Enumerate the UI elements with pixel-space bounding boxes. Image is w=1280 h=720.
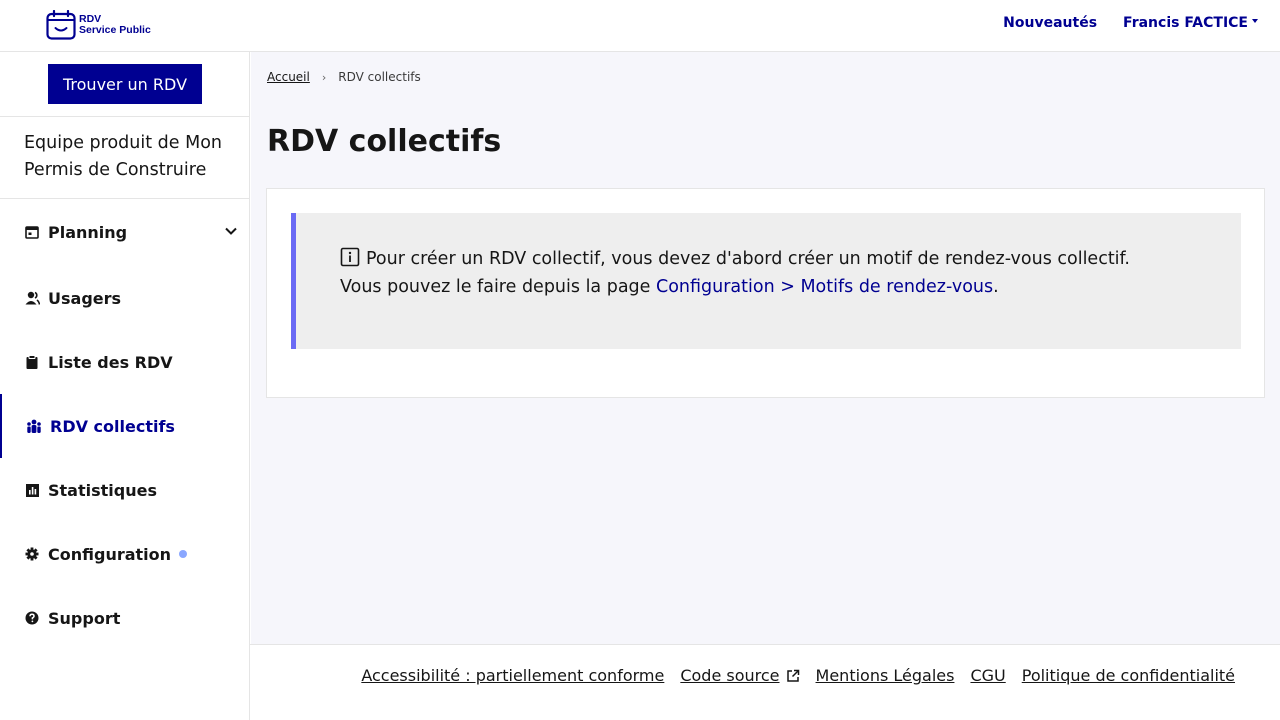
caret-down-icon bbox=[1252, 19, 1258, 23]
callout-text-1: Pour créer un RDV collectif, vous devez … bbox=[366, 249, 1130, 269]
find-rdv-button[interactable]: Trouver un RDV bbox=[48, 64, 202, 104]
content-card: Pour créer un RDV collectif, vous devez … bbox=[266, 188, 1265, 398]
breadcrumb-home-link[interactable]: Accueil bbox=[267, 70, 310, 84]
breadcrumb-current: RDV collectifs bbox=[338, 70, 421, 84]
group-icon bbox=[26, 418, 42, 434]
sidebar-cta-section: Trouver un RDV bbox=[0, 52, 249, 117]
source-code-label: Code source bbox=[680, 666, 780, 685]
chevron-right-icon: › bbox=[321, 70, 327, 84]
organisation-name[interactable]: Equipe produit de Mon Permis de Construi… bbox=[0, 117, 249, 199]
question-icon bbox=[24, 610, 40, 626]
callout-text-2-end: . bbox=[993, 277, 999, 297]
calendar-icon bbox=[24, 224, 40, 240]
info-icon bbox=[340, 247, 360, 267]
rdv-logo[interactable]: RDV Service Public bbox=[46, 10, 151, 40]
sidebar-item-support[interactable]: Support bbox=[0, 586, 250, 650]
user-name: Francis FACTICE bbox=[1123, 15, 1248, 31]
sidebar-item-label: Liste des RDV bbox=[48, 352, 173, 372]
footer: Accessibilité : partiellement conforme C… bbox=[250, 644, 1280, 720]
sidebar-item-statistiques[interactable]: Statistiques bbox=[0, 458, 250, 522]
legal-mentions-link[interactable]: Mentions Légales bbox=[816, 666, 955, 685]
sidebar-item-usagers[interactable]: Usagers bbox=[0, 266, 250, 330]
sidebar-item-label: Planning bbox=[48, 222, 128, 242]
sidebar-item-planning[interactable]: Planning bbox=[0, 200, 250, 264]
user-menu[interactable]: Francis FACTICE bbox=[1123, 15, 1258, 31]
page-title: RDV collectifs bbox=[267, 124, 502, 159]
sidebar-item-label: RDV collectifs bbox=[50, 416, 175, 436]
callout-line-1: Pour créer un RDV collectif, vous devez … bbox=[340, 245, 1241, 273]
header-nav: Nouveautés Francis FACTICE bbox=[1003, 15, 1258, 31]
sidebar-item-configuration[interactable]: Configuration bbox=[0, 522, 250, 586]
news-link[interactable]: Nouveautés bbox=[1003, 15, 1097, 31]
notification-dot bbox=[179, 550, 188, 558]
logo-text: RDV Service Public bbox=[79, 14, 151, 36]
external-link-icon bbox=[786, 669, 799, 682]
breadcrumb: Accueil › RDV collectifs bbox=[267, 70, 421, 84]
sidebar-item-label: Statistiques bbox=[48, 480, 157, 500]
sidebar: Trouver un RDV Equipe produit de Mon Per… bbox=[0, 52, 250, 720]
accessibility-link[interactable]: Accessibilité : partiellement conforme bbox=[361, 666, 664, 685]
privacy-policy-link[interactable]: Politique de confidentialité bbox=[1022, 666, 1235, 685]
sidebar-item-label: Configuration bbox=[48, 544, 172, 564]
source-code-link[interactable]: Code source bbox=[680, 666, 799, 685]
clipboard-icon bbox=[24, 354, 40, 370]
gear-icon bbox=[24, 546, 40, 562]
footer-links: Accessibilité : partiellement conforme C… bbox=[345, 666, 1235, 685]
top-header: RDV Service Public Nouveautés Francis FA… bbox=[0, 0, 1280, 52]
sidebar-item-label: Usagers bbox=[48, 288, 122, 308]
cgu-link[interactable]: CGU bbox=[970, 666, 1005, 685]
user-icon bbox=[24, 290, 40, 306]
bar-chart-icon bbox=[24, 482, 40, 498]
info-callout: Pour créer un RDV collectif, vous devez … bbox=[291, 213, 1241, 349]
sidebar-item-liste-rdv[interactable]: Liste des RDV bbox=[0, 330, 250, 394]
sidebar-item-label: Support bbox=[48, 608, 121, 628]
callout-line-2: Vous pouvez le faire depuis la page Conf… bbox=[340, 273, 1241, 301]
chevron-down-icon[interactable] bbox=[224, 224, 238, 238]
configuration-motifs-link[interactable]: Configuration > Motifs de rendez-vous bbox=[656, 277, 993, 297]
logo-line-2: Service Public bbox=[79, 24, 151, 36]
callout-text-2: Vous pouvez le faire depuis la page bbox=[340, 277, 656, 297]
sidebar-item-rdv-collectifs[interactable]: RDV collectifs bbox=[0, 394, 250, 458]
calendar-smile-icon bbox=[46, 10, 76, 40]
main-content: Accueil › RDV collectifs RDV collectifs … bbox=[251, 52, 1280, 644]
